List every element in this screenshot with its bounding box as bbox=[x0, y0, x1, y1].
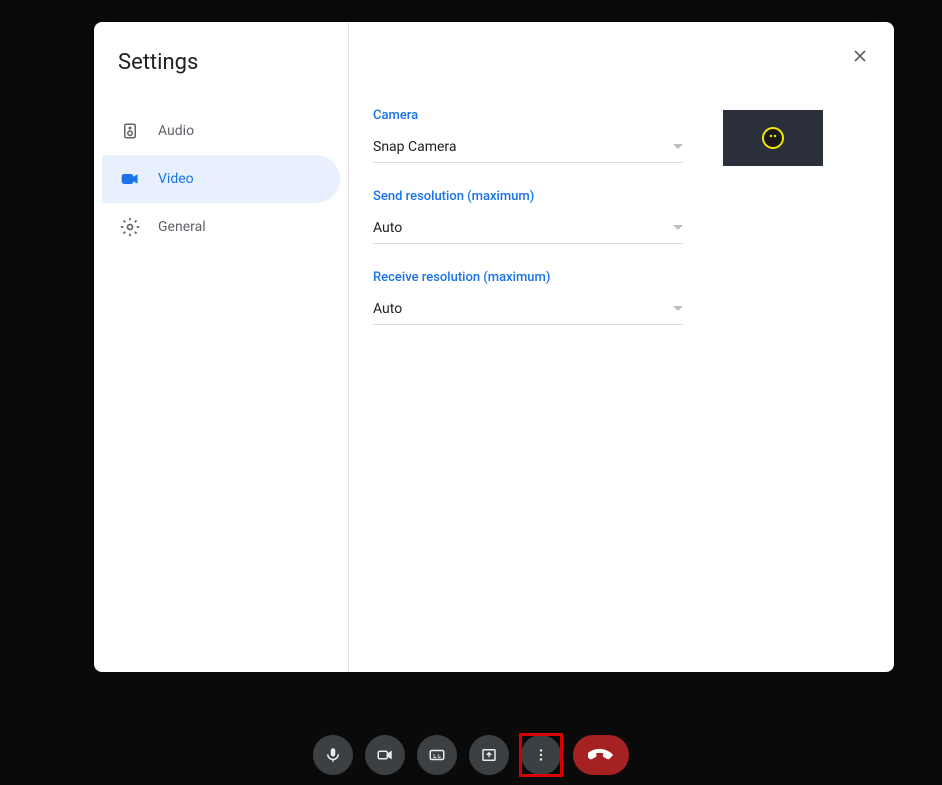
receive-resolution-select[interactable]: Auto bbox=[373, 293, 683, 325]
sidebar-item-label: Audio bbox=[158, 123, 194, 139]
sidebar-item-label: Video bbox=[158, 171, 194, 187]
sidebar-item-general[interactable]: General bbox=[102, 203, 340, 251]
sidebar-item-video[interactable]: Video bbox=[102, 155, 340, 203]
send-resolution-select[interactable]: Auto bbox=[373, 212, 683, 244]
receive-resolution-field: Receive resolution (maximum) Auto bbox=[373, 270, 683, 325]
captions-button[interactable] bbox=[417, 735, 457, 775]
speaker-icon bbox=[118, 119, 142, 143]
chevron-down-icon bbox=[673, 225, 683, 230]
mic-button[interactable] bbox=[313, 735, 353, 775]
video-fields: Camera Snap Camera Send resolution (maxi… bbox=[373, 108, 683, 351]
send-resolution-label: Send resolution (maximum) bbox=[373, 189, 683, 204]
more-button-wrapper bbox=[521, 735, 561, 775]
camera-value: Snap Camera bbox=[373, 139, 457, 155]
camera-label: Camera bbox=[373, 108, 683, 123]
send-resolution-field: Send resolution (maximum) Auto bbox=[373, 189, 683, 244]
receive-resolution-value: Auto bbox=[373, 301, 402, 317]
more-vertical-icon bbox=[532, 746, 550, 764]
chevron-down-icon bbox=[673, 306, 683, 311]
more-options-button[interactable] bbox=[521, 735, 561, 775]
video-settings-content: Camera Snap Camera Send resolution (maxi… bbox=[373, 108, 870, 351]
settings-main: Camera Snap Camera Send resolution (maxi… bbox=[349, 22, 894, 672]
captions-icon bbox=[428, 746, 446, 764]
settings-sidebar: Settings Audio Video General bbox=[94, 22, 349, 672]
gear-icon bbox=[118, 215, 142, 239]
present-icon bbox=[480, 746, 498, 764]
video-icon bbox=[376, 746, 394, 764]
camera-field: Camera Snap Camera bbox=[373, 108, 683, 163]
camera-select[interactable]: Snap Camera bbox=[373, 131, 683, 163]
present-button[interactable] bbox=[469, 735, 509, 775]
sidebar-item-audio[interactable]: Audio bbox=[102, 107, 340, 155]
call-toolbar bbox=[313, 735, 629, 775]
camera-preview-face bbox=[762, 127, 784, 149]
dialog-title: Settings bbox=[94, 50, 348, 75]
camera-button[interactable] bbox=[365, 735, 405, 775]
sidebar-items: Audio Video General bbox=[94, 107, 348, 251]
mic-icon bbox=[324, 746, 342, 764]
hangup-icon bbox=[588, 742, 614, 768]
settings-dialog: Settings Audio Video General bbox=[94, 22, 894, 672]
sidebar-item-label: General bbox=[158, 219, 206, 235]
send-resolution-value: Auto bbox=[373, 220, 402, 236]
close-button[interactable] bbox=[844, 40, 876, 72]
close-icon bbox=[850, 46, 870, 66]
chevron-down-icon bbox=[673, 144, 683, 149]
camera-preview bbox=[723, 110, 823, 166]
video-icon bbox=[118, 167, 142, 191]
receive-resolution-label: Receive resolution (maximum) bbox=[373, 270, 683, 285]
hangup-button[interactable] bbox=[573, 735, 629, 775]
